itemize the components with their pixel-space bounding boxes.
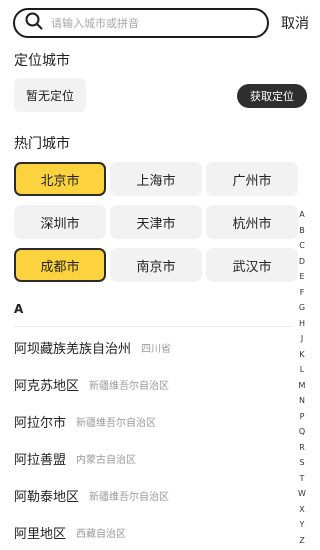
city-list-item[interactable]: 阿拉尔市 新疆维吾尔自治区 (14, 403, 294, 440)
city-list-item[interactable]: 阿里地区 西藏自治区 (14, 514, 294, 550)
index-letter[interactable]: Z (296, 533, 308, 549)
index-letter[interactable]: F (296, 285, 308, 301)
index-letter[interactable]: D (296, 254, 308, 270)
index-letter[interactable]: N (296, 393, 308, 409)
cancel-button[interactable]: 取消 (281, 13, 309, 33)
city-name: 阿勒泰地区 (14, 490, 80, 505)
city-province: 内蒙古自治区 (76, 455, 137, 466)
hot-city-button[interactable]: 北京市 (14, 162, 106, 196)
city-province: 新疆维吾尔自治区 (89, 381, 170, 392)
hot-city-button[interactable]: 武汉市 (206, 248, 298, 282)
hot-city-button[interactable]: 上海市 (110, 162, 202, 196)
search-icon (25, 12, 43, 34)
index-letter[interactable]: S (296, 455, 308, 471)
city-province: 新疆维吾尔自治区 (89, 492, 170, 503)
hot-city-grid: 北京市 上海市 广州市深圳市 天津市 杭州市成都市 南京市 武汉市 (14, 162, 298, 282)
index-letter[interactable]: K (296, 347, 308, 363)
index-letter[interactable]: T (296, 471, 308, 487)
hot-city-button[interactable]: 广州市 (206, 162, 298, 196)
get-location-button[interactable]: 获取定位 (237, 84, 307, 108)
city-name: 阿里地区 (14, 527, 67, 542)
city-name: 阿拉尔市 (14, 416, 67, 431)
city-list-item[interactable]: 阿勒泰地区 新疆维吾尔自治区 (14, 477, 294, 514)
hot-city-button[interactable]: 成都市 (14, 248, 106, 282)
index-letter[interactable]: Q (296, 424, 308, 440)
search-bar[interactable] (13, 8, 269, 38)
index-letter[interactable]: X (296, 502, 308, 518)
location-section-title: 定位城市 (14, 53, 70, 69)
current-location-chip: 暂无定位 (14, 78, 86, 112)
index-letter[interactable]: L (296, 362, 308, 378)
index-letter[interactable]: G (296, 300, 308, 316)
index-letter[interactable]: E (296, 269, 308, 285)
city-name: 阿克苏地区 (14, 379, 80, 394)
city-province: 四川省 (141, 344, 172, 355)
city-list-item[interactable]: 阿拉善盟 内蒙古自治区 (14, 440, 294, 477)
hot-city-button[interactable]: 深圳市 (14, 205, 106, 239)
alphabet-index[interactable]: ABCDEFGHJKLMNPQRSTWXYZ (296, 207, 308, 548)
index-letter[interactable]: P (296, 409, 308, 425)
city-list: 阿坝藏族羌族自治州 四川省 阿克苏地区 新疆维吾尔自治区 阿拉尔市 新疆维吾尔自治区 阿拉善… (14, 329, 294, 550)
city-name: 阿拉善盟 (14, 453, 67, 468)
index-letter[interactable]: R (296, 440, 308, 456)
hot-cities-title: 热门城市 (14, 136, 70, 152)
city-list-item[interactable]: 阿克苏地区 新疆维吾尔自治区 (14, 366, 294, 403)
hot-city-button[interactable]: 南京市 (110, 248, 202, 282)
index-letter[interactable]: B (296, 223, 308, 239)
index-letter[interactable]: W (296, 486, 308, 502)
index-letter[interactable]: C (296, 238, 308, 254)
city-name: 阿坝藏族羌族自治州 (14, 342, 132, 357)
index-letter[interactable]: Y (296, 517, 308, 533)
index-letter[interactable]: M (296, 378, 308, 394)
city-list-item[interactable]: 阿坝藏族羌族自治州 四川省 (14, 329, 294, 366)
hot-city-button[interactable]: 杭州市 (206, 205, 298, 239)
divider (14, 326, 294, 327)
letter-header: A (14, 302, 24, 316)
city-province: 西藏自治区 (76, 529, 127, 540)
city-province: 新疆维吾尔自治区 (76, 418, 157, 429)
search-input[interactable] (51, 16, 241, 30)
index-letter[interactable]: A (296, 207, 308, 223)
hot-city-button[interactable]: 天津市 (110, 205, 202, 239)
index-letter[interactable]: J (296, 331, 308, 347)
index-letter[interactable]: H (296, 316, 308, 332)
